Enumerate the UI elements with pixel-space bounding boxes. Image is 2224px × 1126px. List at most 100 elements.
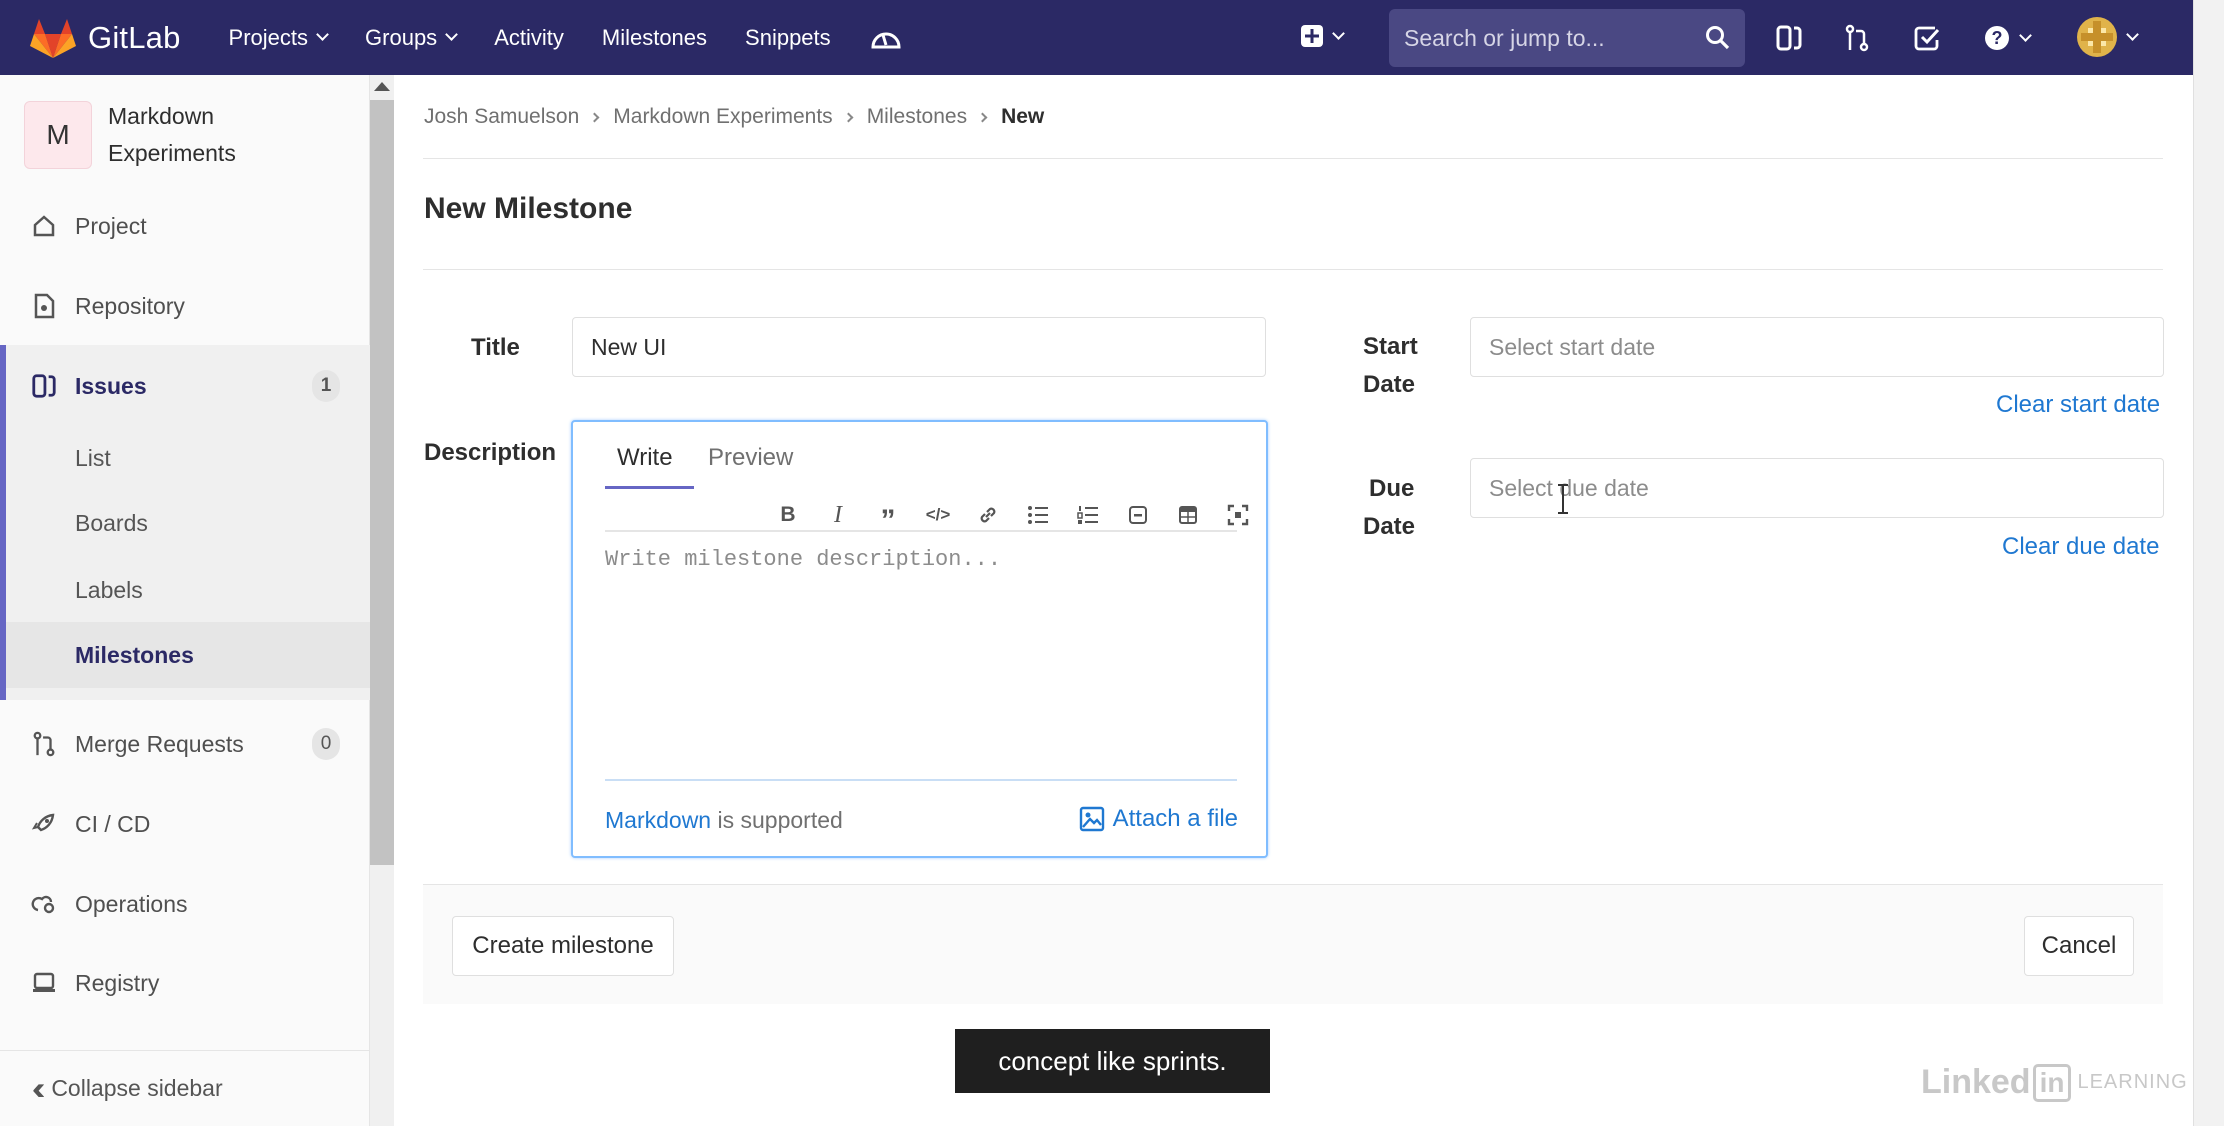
svg-text:?: ? xyxy=(1992,28,2003,48)
breadcrumb-current[interactable]: New xyxy=(1001,105,1044,129)
due-date-label-line2: Date xyxy=(1363,513,1416,540)
sidebar-item-registry[interactable]: Registry xyxy=(0,950,370,1016)
create-milestone-button[interactable]: Create milestone xyxy=(452,916,674,976)
sidebar-item-operations[interactable]: Operations xyxy=(0,871,370,937)
sidebar-item-ci-cd[interactable]: CI / CD xyxy=(0,791,370,857)
description-label: Description xyxy=(424,439,557,466)
todos-nav-button[interactable] xyxy=(1913,24,1941,52)
breadcrumb-project[interactable]: Markdown Experiments xyxy=(613,105,832,129)
rocket-icon xyxy=(31,811,57,837)
active-tab-indicator xyxy=(605,486,694,489)
quote-button[interactable]: ” xyxy=(863,500,913,536)
sidebar-sub-list[interactable]: List xyxy=(75,445,111,472)
search-box[interactable] xyxy=(1389,9,1745,67)
markdown-toolbar: B I ” </> xyxy=(763,500,1263,536)
help-icon: ? xyxy=(1985,26,2009,50)
text-cursor-icon xyxy=(1558,484,1568,514)
bullet-list-button[interactable] xyxy=(1013,500,1063,530)
chevron-down-icon xyxy=(316,28,329,41)
collapse-sidebar-button[interactable]: ‹‹ Collapse sidebar xyxy=(0,1050,370,1126)
nav-groups[interactable]: Groups xyxy=(365,24,459,51)
nav-milestones-label: Milestones xyxy=(601,24,708,50)
sidebar-sub-milestones[interactable]: Milestones xyxy=(75,642,194,669)
tab-preview[interactable]: Preview xyxy=(708,444,793,472)
sidebar-item-label: Operations xyxy=(75,890,188,917)
user-avatar xyxy=(2077,17,2117,57)
sidebar-item-merge-requests[interactable]: Merge Requests 0 xyxy=(0,711,370,777)
link-icon xyxy=(980,507,996,523)
image-icon xyxy=(1079,806,1104,832)
sidebar-sub-labels[interactable]: Labels xyxy=(75,577,143,604)
watermark-in: in xyxy=(2032,1063,2072,1102)
clear-start-date-link[interactable]: Clear start date xyxy=(1996,391,2160,419)
table-button[interactable] xyxy=(1163,500,1213,530)
breadcrumb-milestones[interactable]: Milestones xyxy=(867,105,967,129)
toolbar-divider xyxy=(605,530,1237,532)
scroll-up-arrow-icon[interactable] xyxy=(374,82,390,91)
numbered-list-button[interactable] xyxy=(1063,500,1113,530)
tab-write[interactable]: Write xyxy=(617,444,673,472)
nav-projects[interactable]: Projects xyxy=(229,25,329,51)
title-label: Title xyxy=(471,334,520,361)
title-input[interactable] xyxy=(572,317,1266,377)
gitlab-logo[interactable]: GitLab xyxy=(30,18,181,58)
project-avatar: M xyxy=(24,101,92,169)
sidebar-scroll-thumb[interactable] xyxy=(370,100,394,865)
todo-icon xyxy=(1914,26,1940,51)
performance-button[interactable] xyxy=(869,23,903,53)
cancel-button[interactable]: Cancel xyxy=(2024,916,2134,976)
page-scrollbar[interactable] xyxy=(2193,0,2224,1126)
markdown-help-link[interactable]: Markdown xyxy=(605,807,711,833)
bold-button[interactable]: B xyxy=(763,500,813,530)
new-dropdown-button[interactable] xyxy=(1300,24,1345,48)
fullscreen-button[interactable] xyxy=(1213,500,1263,530)
italic-icon: I xyxy=(834,501,842,528)
breadcrumb-user[interactable]: Josh Samuelson xyxy=(424,105,579,129)
task-list-icon xyxy=(1129,506,1147,524)
performance-icon xyxy=(871,32,901,48)
clear-due-date-link[interactable]: Clear due date xyxy=(2002,533,2159,561)
tanuki-icon xyxy=(30,18,76,58)
code-button[interactable]: </> xyxy=(913,500,963,530)
due-date-input[interactable] xyxy=(1470,458,2164,518)
start-date-input[interactable] xyxy=(1470,317,2164,377)
sidebar-item-repository[interactable]: Repository xyxy=(0,273,370,339)
nav-groups-label: Groups xyxy=(365,24,438,50)
plus-square-icon xyxy=(1301,25,1323,47)
task-list-button[interactable] xyxy=(1113,500,1163,530)
chevron-down-icon xyxy=(1332,26,1345,40)
attach-file-button[interactable]: Attach a file xyxy=(1079,805,1238,833)
issues-nav-button[interactable] xyxy=(1775,24,1803,52)
sidebar-item-label: Registry xyxy=(75,969,160,996)
user-menu-button[interactable] xyxy=(2076,16,2139,58)
bold-icon: B xyxy=(780,503,796,526)
merge-requests-nav-button[interactable] xyxy=(1843,24,1871,52)
nav-activity[interactable]: Activity xyxy=(494,25,564,51)
chevron-right-icon xyxy=(589,112,600,122)
issues-count-badge: 1 xyxy=(312,370,340,402)
code-icon: </> xyxy=(925,505,951,524)
help-dropdown-button[interactable]: ? xyxy=(1983,24,2032,52)
sidebar-item-issues[interactable]: Issues 1 xyxy=(0,353,370,419)
search-input[interactable] xyxy=(1404,24,1694,52)
description-textarea[interactable] xyxy=(605,547,1237,747)
chevron-right-icon xyxy=(977,112,988,122)
home-icon xyxy=(31,213,57,239)
chevron-down-icon xyxy=(2019,28,2032,42)
project-header[interactable]: M Markdown Experiments xyxy=(24,98,308,172)
nav-snippets[interactable]: Snippets xyxy=(745,25,831,51)
issues-icon xyxy=(1776,25,1802,51)
nav-milestones[interactable]: Milestones xyxy=(602,25,707,51)
due-date-label-line1: Due xyxy=(1369,475,1415,502)
italic-button[interactable]: I xyxy=(813,500,863,530)
project-name: Markdown Experiments xyxy=(108,103,236,166)
sidebar-item-project[interactable]: Project xyxy=(0,193,370,259)
numbered-list-icon xyxy=(1077,506,1098,524)
sidebar-item-label: Merge Requests xyxy=(75,730,244,757)
markdown-note: Markdown is supported xyxy=(605,807,843,834)
sidebar-sub-boards[interactable]: Boards xyxy=(75,510,148,537)
page-title: New Milestone xyxy=(424,192,633,225)
link-button[interactable] xyxy=(963,500,1013,530)
chevron-down-icon xyxy=(445,28,459,41)
doc-icon xyxy=(31,293,57,319)
